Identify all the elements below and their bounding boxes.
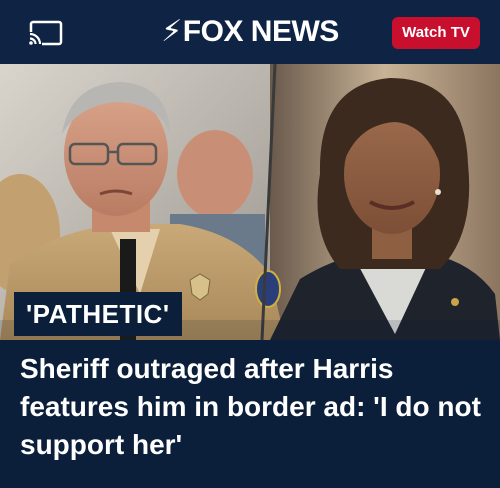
article-headline[interactable]: Sheriff outraged after Harris features h… xyxy=(20,350,482,464)
logo-text: FOX NEWS xyxy=(182,15,340,48)
fox-logo-mark: ⚡ xyxy=(161,15,182,48)
top-nav-bar: ⚡FOX NEWS Watch TV xyxy=(0,0,500,64)
article-kicker: 'PATHETIC' xyxy=(14,292,182,336)
watch-tv-button[interactable]: Watch TV xyxy=(392,17,480,49)
